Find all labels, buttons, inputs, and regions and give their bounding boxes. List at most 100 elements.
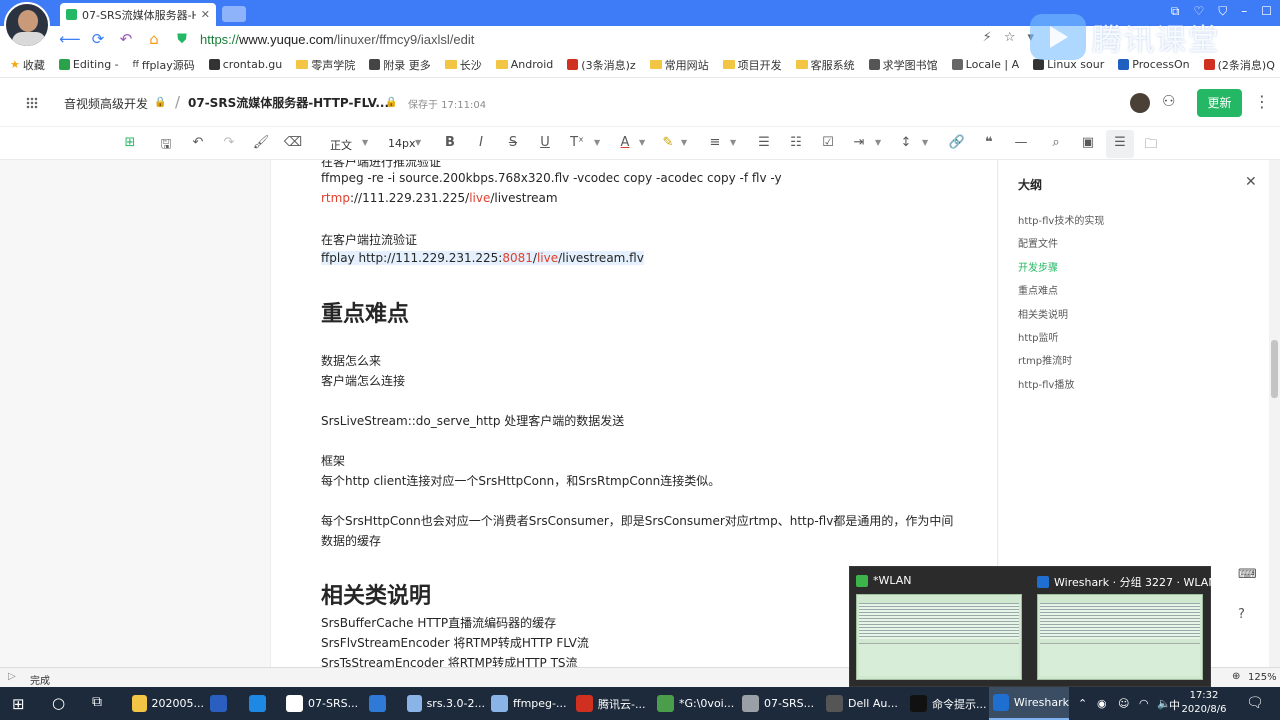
sidebar-toggle-icon[interactable]: ▷ bbox=[8, 671, 16, 682]
paragraph[interactable]: SrsTsStreamEncoder 将RTMP转成HTTP TS流 bbox=[321, 654, 578, 667]
breadcrumb-document-title[interactable]: 07-SRS流媒体服务器-HTTP-FLV... bbox=[188, 94, 389, 111]
taskbar-app[interactable]: Dell Au... bbox=[822, 687, 904, 720]
bookmark-item[interactable]: (3条消息)z bbox=[567, 57, 636, 73]
outline-item[interactable]: rtmp推流时 bbox=[1018, 352, 1072, 367]
collaborator-avatar[interactable] bbox=[1130, 93, 1150, 113]
scrollbar-thumb[interactable] bbox=[1271, 340, 1278, 398]
paragraph[interactable]: ffmpeg -re -i source.200kbps.768x320.flv… bbox=[321, 171, 782, 185]
window-preview[interactable] bbox=[856, 594, 1022, 680]
bookmark-item[interactable]: crontab.gu bbox=[208, 58, 282, 71]
zoom-level[interactable]: 125% bbox=[1248, 672, 1277, 683]
app-grid-icon[interactable] bbox=[26, 97, 38, 109]
bookmark-item[interactable]: 长沙 bbox=[444, 57, 482, 73]
line-height-icon[interactable]: ↕ bbox=[896, 135, 916, 150]
clear-format-icon[interactable]: ⌫ bbox=[283, 135, 303, 150]
bookmark-item[interactable]: ★ 收藏 bbox=[10, 57, 45, 73]
paragraph[interactable]: SrsLiveStream::do_serve_http 处理客户端的数据发送 bbox=[321, 412, 624, 429]
taskbar-app[interactable]: *G:\0voi... bbox=[653, 687, 735, 720]
undo-icon[interactable]: ↶ bbox=[188, 135, 208, 150]
task-list-icon[interactable]: ☑ bbox=[818, 135, 838, 150]
font-size-select[interactable]: 14px bbox=[388, 137, 416, 150]
search-icon[interactable]: ○ bbox=[52, 694, 65, 712]
folder-icon[interactable]: 🗀 bbox=[1141, 135, 1161, 157]
new-tab-button[interactable] bbox=[222, 6, 246, 22]
outline-item[interactable]: 相关类说明 bbox=[1018, 306, 1068, 321]
bookmark-item[interactable]: 项目开发 bbox=[722, 57, 782, 73]
keyboard-icon[interactable]: ⌨ bbox=[1238, 567, 1257, 582]
image-icon[interactable]: ▣ bbox=[1078, 135, 1098, 150]
ime-indicator[interactable]: 中 bbox=[1169, 697, 1180, 713]
taskbar-app[interactable]: 命令提示... bbox=[906, 687, 988, 720]
indent-icon[interactable]: ⇥ bbox=[849, 135, 869, 150]
paragraph[interactable]: 框架 bbox=[321, 452, 345, 469]
user-avatar[interactable] bbox=[4, 2, 50, 48]
back-arrow-icon[interactable]: ⟵ bbox=[56, 30, 84, 48]
window-preview[interactable] bbox=[1037, 594, 1203, 680]
add-user-icon[interactable]: ⚇ bbox=[1162, 92, 1175, 110]
outline-item[interactable]: http监听 bbox=[1018, 329, 1059, 344]
divider-icon[interactable]: — bbox=[1011, 135, 1031, 150]
heading[interactable]: 重点难点 bbox=[321, 296, 409, 328]
link-icon[interactable]: 🔗 bbox=[947, 135, 967, 150]
tray-app-icon[interactable]: ◉ bbox=[1097, 697, 1107, 710]
paragraph[interactable]: 每个http client连接对应一个SrsHttpConn，和SrsRtmpC… bbox=[321, 472, 720, 489]
bookmark-item[interactable]: Editing - bbox=[58, 58, 119, 71]
notification-icon[interactable]: 🗨 bbox=[1246, 695, 1264, 711]
taskbar-app[interactable]: 腾讯云-... bbox=[572, 687, 652, 720]
strikethrough-icon[interactable]: S bbox=[503, 135, 523, 150]
bookmark-item[interactable]: 求学图书馆 bbox=[868, 57, 938, 73]
ffplay-url-line[interactable]: ffplay http://111.229.231.225:8081/live/… bbox=[321, 251, 644, 265]
bold-icon[interactable]: B bbox=[440, 135, 460, 150]
taskbar-app[interactable]: 07-SRS... bbox=[738, 687, 820, 720]
bookmark-item[interactable]: 零声学院 bbox=[296, 57, 355, 73]
taskbar-app[interactable]: srs.3.0-2... bbox=[403, 687, 485, 720]
preview-title[interactable]: Wireshark · 分组 3227 · WLAN bbox=[1037, 574, 1217, 590]
preview-title[interactable]: *WLAN bbox=[856, 574, 912, 587]
paragraph-style-select[interactable]: 正文 bbox=[330, 137, 352, 153]
rtmp-url-line[interactable]: rtmp://111.229.231.225/live/livestream bbox=[321, 191, 558, 205]
paragraph[interactable]: 每个SrsHttpConn也会对应一个消费者SrsConsumer，即是SrsC… bbox=[321, 512, 953, 529]
task-view-icon[interactable]: ⧉ bbox=[92, 694, 102, 710]
bookmark-item[interactable]: Android bbox=[495, 58, 553, 71]
outline-item[interactable]: http-flv播放 bbox=[1018, 376, 1074, 391]
taskbar-app[interactable]: Wireshark bbox=[989, 687, 1069, 720]
outline-item[interactable]: 重点难点 bbox=[1018, 282, 1058, 297]
tray-qq-icon[interactable]: ☺ bbox=[1118, 697, 1129, 710]
taskbar-app[interactable]: 07-SRS... bbox=[282, 687, 362, 720]
browser-tab[interactable]: 07-SRS流媒体服务器-H ✕ bbox=[60, 3, 216, 26]
italic-icon[interactable]: I bbox=[471, 135, 491, 150]
taskbar-app[interactable] bbox=[206, 687, 242, 720]
superscript-icon[interactable]: Tˣ bbox=[567, 135, 587, 150]
insert-icon[interactable]: ⊞ bbox=[120, 135, 140, 150]
bookmark-item[interactable]: ff ffplay源码 bbox=[133, 57, 195, 73]
bookmark-item[interactable]: 附录 更多 bbox=[369, 57, 431, 73]
outline-item[interactable]: http-flv技术的实现 bbox=[1018, 212, 1104, 227]
quote-icon[interactable]: ❝ bbox=[979, 135, 999, 150]
tray-expand-icon[interactable]: ⌃ bbox=[1078, 697, 1087, 710]
breadcrumb-book[interactable]: 音视频高级开发 bbox=[64, 95, 148, 112]
outline-toggle-icon[interactable]: ☰ bbox=[1110, 135, 1130, 150]
paragraph[interactable]: 数据的缓存 bbox=[321, 532, 381, 549]
paragraph[interactable]: 客户端怎么连接 bbox=[321, 372, 405, 389]
undo-icon[interactable]: ↶ bbox=[112, 30, 140, 48]
more-menu-icon[interactable]: ⋮ bbox=[1254, 92, 1270, 111]
tab-close-icon[interactable]: ✕ bbox=[201, 8, 210, 21]
format-painter-icon[interactable]: 🖌 bbox=[251, 135, 271, 150]
bookmark-item[interactable]: Locale | A bbox=[951, 58, 1019, 71]
bookmark-item[interactable]: 常用网站 bbox=[649, 57, 709, 73]
wifi-icon[interactable]: ◠ bbox=[1139, 697, 1149, 710]
align-icon[interactable]: ≡ bbox=[705, 135, 725, 150]
bullet-list-icon[interactable]: ☰ bbox=[754, 135, 774, 150]
outline-item[interactable]: 配置文件 bbox=[1018, 235, 1058, 250]
home-icon[interactable]: ⌂ bbox=[140, 30, 168, 48]
update-button[interactable]: 更新 bbox=[1197, 89, 1242, 117]
outline-item[interactable]: 开发步骤 bbox=[1018, 259, 1058, 274]
paragraph[interactable]: SrsFlvStreamEncoder 将RTMP转成HTTP FLV流 bbox=[321, 634, 589, 651]
minimize-button[interactable]: – bbox=[1241, 4, 1247, 19]
paragraph[interactable]: 在客户端拉流验证 bbox=[321, 231, 417, 248]
help-icon[interactable]: ? bbox=[1238, 607, 1245, 622]
taskbar-app[interactable]: 202005... bbox=[128, 687, 204, 720]
scrollbar[interactable] bbox=[1269, 160, 1280, 667]
url-field[interactable]: https://www.yuque.com/linuxer/ffmcy9/iax… bbox=[200, 32, 474, 47]
paragraph[interactable]: 数据怎么来 bbox=[321, 352, 381, 369]
